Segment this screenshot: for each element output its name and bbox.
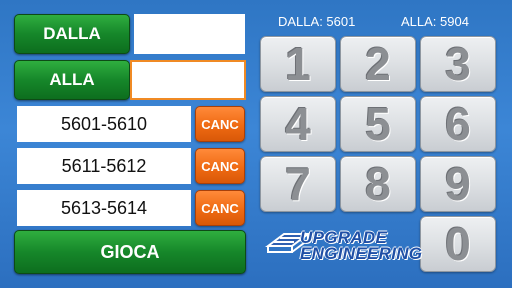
to-field[interactable] [130, 60, 246, 100]
range-item-1: 5601-5610 [17, 106, 191, 142]
key-6-button[interactable]: 6 [420, 96, 496, 152]
logo-text: UPGRADE ENGINEERING [300, 229, 423, 263]
key-4-button[interactable]: 4 [260, 96, 336, 152]
logo-line-2: ENGINEERING [300, 244, 423, 263]
cancel-range-3-button[interactable]: CANC [195, 190, 245, 226]
key-1-button[interactable]: 1 [260, 36, 336, 92]
key-8-button[interactable]: 8 [340, 156, 416, 212]
cancel-range-1-button[interactable]: CANC [195, 106, 245, 142]
range-item-2: 5611-5612 [17, 148, 191, 184]
key-5-button[interactable]: 5 [340, 96, 416, 152]
to-button[interactable]: ALLA [14, 60, 130, 100]
cancel-range-2-button[interactable]: CANC [195, 148, 245, 184]
key-7-button[interactable]: 7 [260, 156, 336, 212]
from-button[interactable]: DALLA [14, 14, 130, 54]
key-2-button[interactable]: 2 [340, 36, 416, 92]
from-status-label: DALLA: 5601 [278, 14, 356, 29]
range-item-3: 5613-5614 [17, 190, 191, 226]
play-button[interactable]: GIOCA [14, 230, 246, 274]
to-status-label: ALLA: 5904 [401, 14, 469, 29]
from-field[interactable] [134, 14, 245, 54]
key-0-button[interactable]: 0 [420, 216, 496, 272]
key-3-button[interactable]: 3 [420, 36, 496, 92]
app-window: DALLA ALLA 5601-5610 CANC 5611-5612 CANC… [0, 0, 512, 288]
upgrade-engineering-logo: UPGRADE ENGINEERING [264, 224, 422, 268]
key-9-button[interactable]: 9 [420, 156, 496, 212]
